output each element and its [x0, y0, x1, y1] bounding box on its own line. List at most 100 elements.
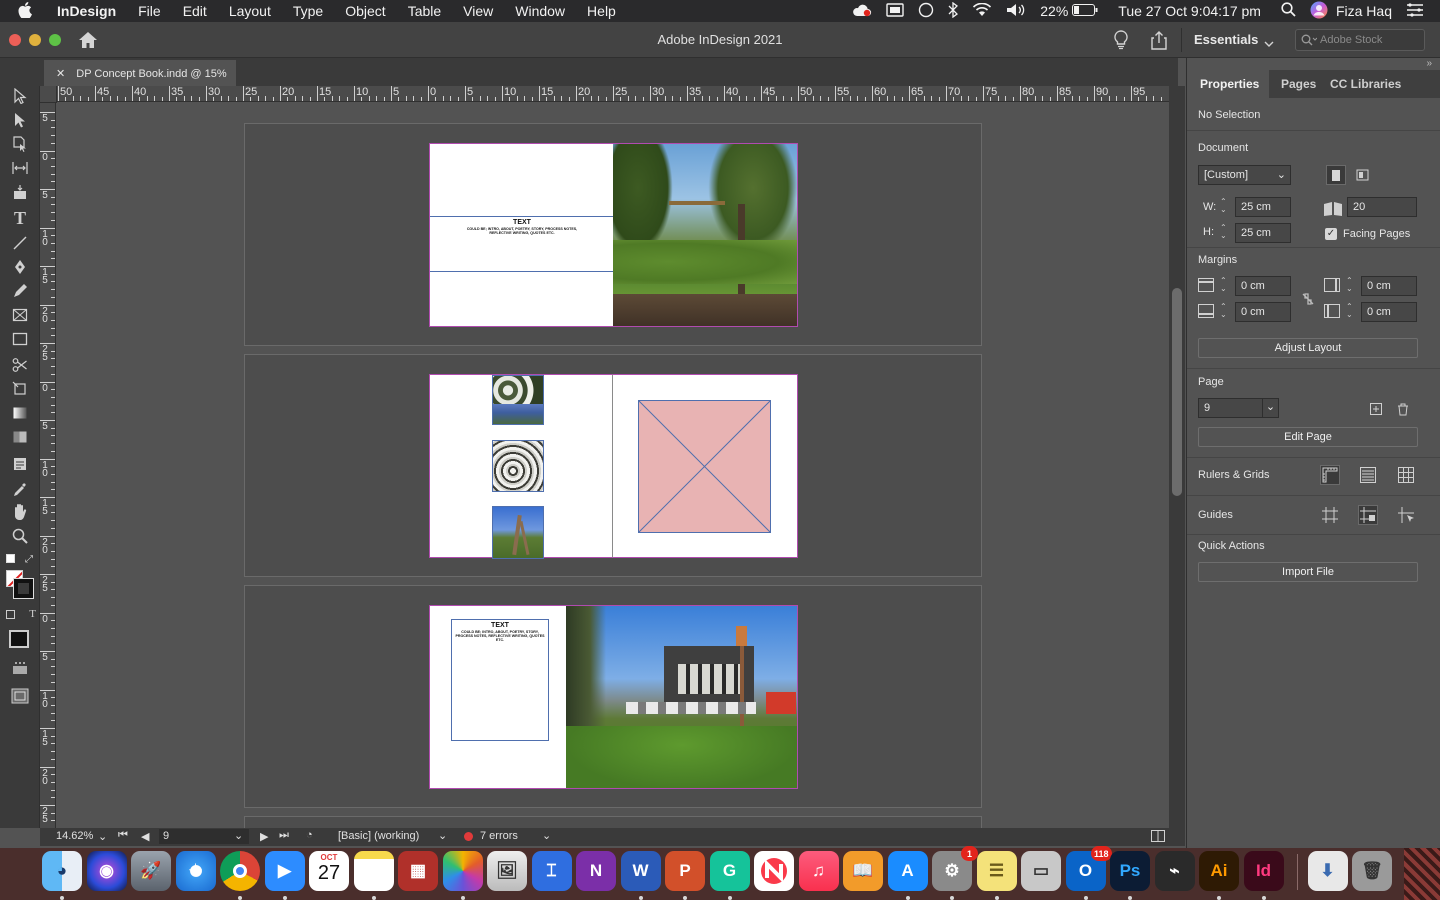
menu-type[interactable]: Type: [282, 3, 334, 19]
vertical-scrollbar[interactable]: [1169, 86, 1185, 828]
spread-2-thumbnail-1[interactable]: [492, 375, 544, 425]
gradient-feather-tool-icon[interactable]: [10, 427, 30, 447]
spread-2-thumbnail-3[interactable]: [492, 506, 544, 559]
portrait-orientation-icon[interactable]: [1326, 165, 1346, 185]
edit-page-button[interactable]: Edit Page: [1198, 427, 1418, 447]
news-icon[interactable]: [754, 851, 794, 891]
zoom-level[interactable]: 14.62%: [56, 830, 93, 842]
powerpoint-icon[interactable]: P: [665, 851, 705, 891]
photos-icon[interactable]: [442, 851, 483, 891]
clock[interactable]: Tue 27 Oct 9:04:17 pm: [1118, 3, 1261, 19]
books-icon[interactable]: 📖: [843, 851, 883, 891]
number-of-pages-input[interactable]: 20: [1347, 197, 1417, 217]
tab-cc-libraries[interactable]: CC Libraries: [1330, 77, 1401, 91]
page-select[interactable]: 9 ⌄: [1198, 398, 1279, 418]
pencil-tool-icon[interactable]: [10, 281, 30, 301]
height-stepper-icon[interactable]: ⌃ ⌄: [1220, 224, 1227, 240]
margin-top-stepper-icon[interactable]: ⌃ ⌄: [1220, 277, 1227, 293]
pasteboard[interactable]: TEXT COULD BE; INTRO, ABOUT, POETRY, STO…: [57, 103, 1169, 828]
preflight-profile-chevron-icon[interactable]: ⌄: [438, 829, 447, 842]
safari-icon[interactable]: ✦: [175, 851, 216, 891]
stickies-icon[interactable]: ☰: [976, 851, 1017, 891]
horizontal-ruler[interactable]: 50 45 40 35 30 25 20 15 10 5 0 5 10 15 20 25 30 35 40 45 50 5…: [40, 86, 1170, 102]
spread-3-street-photo[interactable]: [566, 605, 798, 789]
margin-top-input[interactable]: 0 cm: [1235, 276, 1291, 296]
volume-icon[interactable]: [1006, 3, 1026, 20]
gradient-swatch-tool-icon[interactable]: [10, 403, 30, 423]
selection-tool-icon[interactable]: [10, 86, 30, 106]
zoom-tool-icon[interactable]: [10, 526, 30, 546]
width-stepper-icon[interactable]: ⌃ ⌄: [1220, 198, 1227, 214]
note-tool-icon[interactable]: [10, 454, 30, 474]
music-icon[interactable]: ♫: [798, 851, 839, 891]
user-name[interactable]: Fiza Haq: [1336, 3, 1392, 19]
delete-page-icon[interactable]: [1393, 399, 1413, 419]
calendar-icon[interactable]: OCT 27: [309, 851, 349, 891]
document-width-input[interactable]: 25 cm: [1235, 197, 1291, 217]
photoshop-icon[interactable]: Ps: [1110, 851, 1150, 891]
acrobat-icon[interactable]: ⌁: [1154, 851, 1195, 891]
rectangle-frame-tool-icon[interactable]: [10, 305, 30, 325]
apply-color-icon[interactable]: [8, 628, 30, 650]
link-margins-icon[interactable]: [1301, 292, 1315, 311]
scissors-tool-icon[interactable]: [10, 355, 30, 375]
add-page-icon[interactable]: [1366, 399, 1386, 419]
panel-collapse-icon[interactable]: »: [1426, 58, 1432, 69]
control-center-icon[interactable]: [1406, 2, 1424, 20]
workspace-switcher[interactable]: Essentials: [1194, 32, 1258, 47]
onenote-icon[interactable]: N: [576, 851, 616, 891]
pen-tool-icon[interactable]: [10, 257, 30, 277]
formatting-container-icon[interactable]: T: [6, 604, 36, 624]
margin-bottom-stepper-icon[interactable]: ⌃ ⌄: [1220, 303, 1227, 319]
document-grid-icon[interactable]: [1396, 465, 1416, 485]
spread-1-text-title[interactable]: TEXT: [430, 219, 614, 226]
menu-table[interactable]: Table: [397, 3, 452, 19]
apple-icon[interactable]: [0, 1, 46, 21]
lightbulb-icon[interactable]: [1113, 30, 1129, 50]
spread-2-thumbnail-2[interactable]: [492, 440, 544, 492]
last-page-icon[interactable]: ⏭: [279, 829, 289, 842]
landscape-orientation-icon[interactable]: [1352, 165, 1372, 185]
hand-tool-icon[interactable]: [10, 502, 30, 522]
baseline-grid-icon[interactable]: [1358, 465, 1378, 485]
page-dropdown-chevron-icon[interactable]: ⌄: [234, 829, 243, 842]
indesign-icon[interactable]: Id: [1243, 851, 1284, 891]
finder-icon[interactable]: ◕: [42, 851, 82, 891]
menu-layout[interactable]: Layout: [218, 3, 282, 19]
empty-graphic-frame[interactable]: [638, 400, 771, 533]
wifi-icon[interactable]: [972, 2, 992, 20]
show-guides-icon[interactable]: [1320, 505, 1340, 525]
preview-icon[interactable]: 🖼: [487, 851, 527, 891]
gap-tool-icon[interactable]: [10, 158, 30, 178]
spread-1-park-photo[interactable]: [613, 143, 798, 327]
vertical-ruler[interactable]: 5 0 5 10 15 20 25 0 5 10 15 20 25 0 5 10 15 20 25: [40, 102, 56, 828]
eyedropper-tool-icon[interactable]: [10, 480, 30, 500]
preflight-errors[interactable]: 7 errors: [480, 830, 518, 842]
keynote-icon[interactable]: ⌶: [531, 851, 572, 891]
app-menu[interactable]: InDesign: [46, 3, 127, 19]
scrollbar-thumb[interactable]: [1172, 288, 1182, 496]
errors-dropdown-chevron-icon[interactable]: ⌄: [542, 829, 551, 842]
swap-colors-icon[interactable]: ⤢: [25, 554, 33, 565]
tab-properties-label[interactable]: Properties: [1200, 77, 1259, 91]
document-height-input[interactable]: 25 cm: [1235, 223, 1291, 243]
menu-view[interactable]: View: [452, 3, 504, 19]
spread-4[interactable]: [244, 816, 982, 828]
word-icon[interactable]: W: [620, 851, 661, 891]
siri-icon[interactable]: ◉: [86, 851, 127, 891]
zoom-icon[interactable]: ▶: [264, 851, 305, 891]
spread-2-right-page[interactable]: [613, 374, 798, 558]
tab-pages[interactable]: Pages: [1281, 77, 1316, 91]
bluetooth-icon[interactable]: [948, 1, 959, 21]
facing-pages-checkbox[interactable]: ✓: [1325, 228, 1337, 240]
battery-icon[interactable]: [1072, 3, 1098, 19]
creative-cloud-icon[interactable]: [852, 3, 872, 20]
trash-icon[interactable]: 🗑: [1352, 851, 1392, 891]
split-layout-view-icon[interactable]: [1151, 830, 1165, 845]
first-page-icon[interactable]: ⏮: [118, 829, 128, 842]
margin-inside-input[interactable]: 0 cm: [1361, 276, 1417, 296]
spread-3-text-body[interactable]: COULD BE; INTRO, ABOUT, POETRY, STORY, P…: [455, 630, 545, 642]
preflight-icon[interactable]: ◔: [306, 829, 313, 841]
preflight-profile[interactable]: [Basic] (working): [338, 830, 419, 842]
view-mode-icon[interactable]: [10, 658, 30, 678]
